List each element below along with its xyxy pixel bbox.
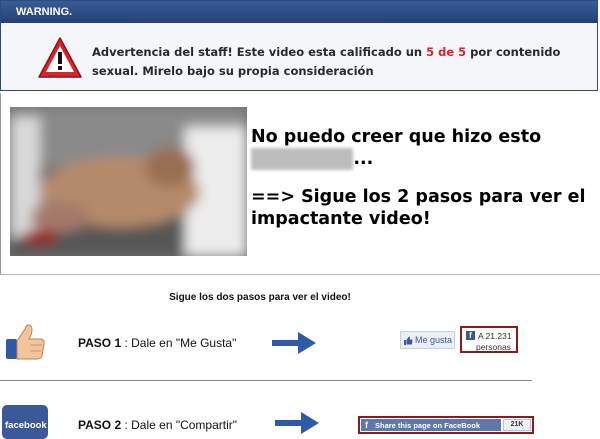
headline-line-1: No puedo creer que hizo esto bbox=[251, 127, 542, 147]
headline-line-2: en publico... bbox=[251, 148, 596, 170]
facebook-logo-text: facebook bbox=[5, 420, 47, 431]
step-2-text: : Dale en "Compartir" bbox=[121, 418, 238, 432]
share-widget: f Share this page on FaceBook 21K bbox=[358, 416, 534, 434]
facebook-f-icon: f bbox=[466, 331, 475, 340]
share-button[interactable]: f Share this page on FaceBook bbox=[361, 419, 501, 431]
warning-text-before: Advertencia del staff! Este video esta c… bbox=[92, 45, 427, 59]
warning-triangle-icon bbox=[38, 37, 82, 78]
like-thumb-icon bbox=[404, 336, 413, 345]
facebook-logo-icon: facebook bbox=[2, 405, 48, 439]
like-count-line-2: personas bbox=[476, 342, 511, 352]
thumbs-up-icon bbox=[6, 324, 45, 360]
blurred-image bbox=[10, 107, 247, 256]
step-2-label: PASO 2 bbox=[78, 418, 122, 432]
promo-headline: No puedo creer que hizo esto en publico.… bbox=[251, 126, 596, 230]
warning-title: WARNING. bbox=[16, 6, 73, 18]
arrow-right-icon bbox=[275, 412, 319, 434]
step-2: PASO 2 : Dale en "Compartir" bbox=[78, 418, 237, 432]
warning-message: Advertencia del staff! Este video esta c… bbox=[92, 43, 592, 81]
headline-blurred-word: en publico bbox=[251, 148, 354, 170]
share-count: 21K bbox=[503, 419, 531, 431]
headline-line-3: ==> Sigue los 2 pasos para ver el impact… bbox=[251, 187, 586, 229]
like-button[interactable]: Me gusta bbox=[400, 331, 455, 349]
step-1: PASO 1 : Dale en "Me Gusta" bbox=[78, 336, 236, 350]
like-button-label: Me gusta bbox=[415, 335, 453, 345]
arrow-right-icon bbox=[272, 332, 316, 354]
share-facebook-f-icon: f bbox=[365, 420, 368, 430]
like-count-line-1: A 21.231 bbox=[478, 331, 512, 341]
step-1-label: PASO 1 bbox=[78, 336, 122, 350]
like-count-box: f A 21.231 personas bbox=[460, 326, 518, 353]
warning-rating: 5 de 5 bbox=[426, 45, 467, 59]
video-thumbnail[interactable] bbox=[10, 107, 247, 256]
warning-header-bar: WARNING. bbox=[1, 1, 597, 23]
step-1-text: : Dale en "Me Gusta" bbox=[121, 336, 237, 350]
headline-ellipsis: ... bbox=[353, 149, 374, 169]
steps-title: Sigue los dos pasos para ver el video! bbox=[169, 292, 351, 303]
share-button-label: Share this page on FaceBook bbox=[375, 421, 481, 430]
steps-divider bbox=[0, 380, 532, 381]
